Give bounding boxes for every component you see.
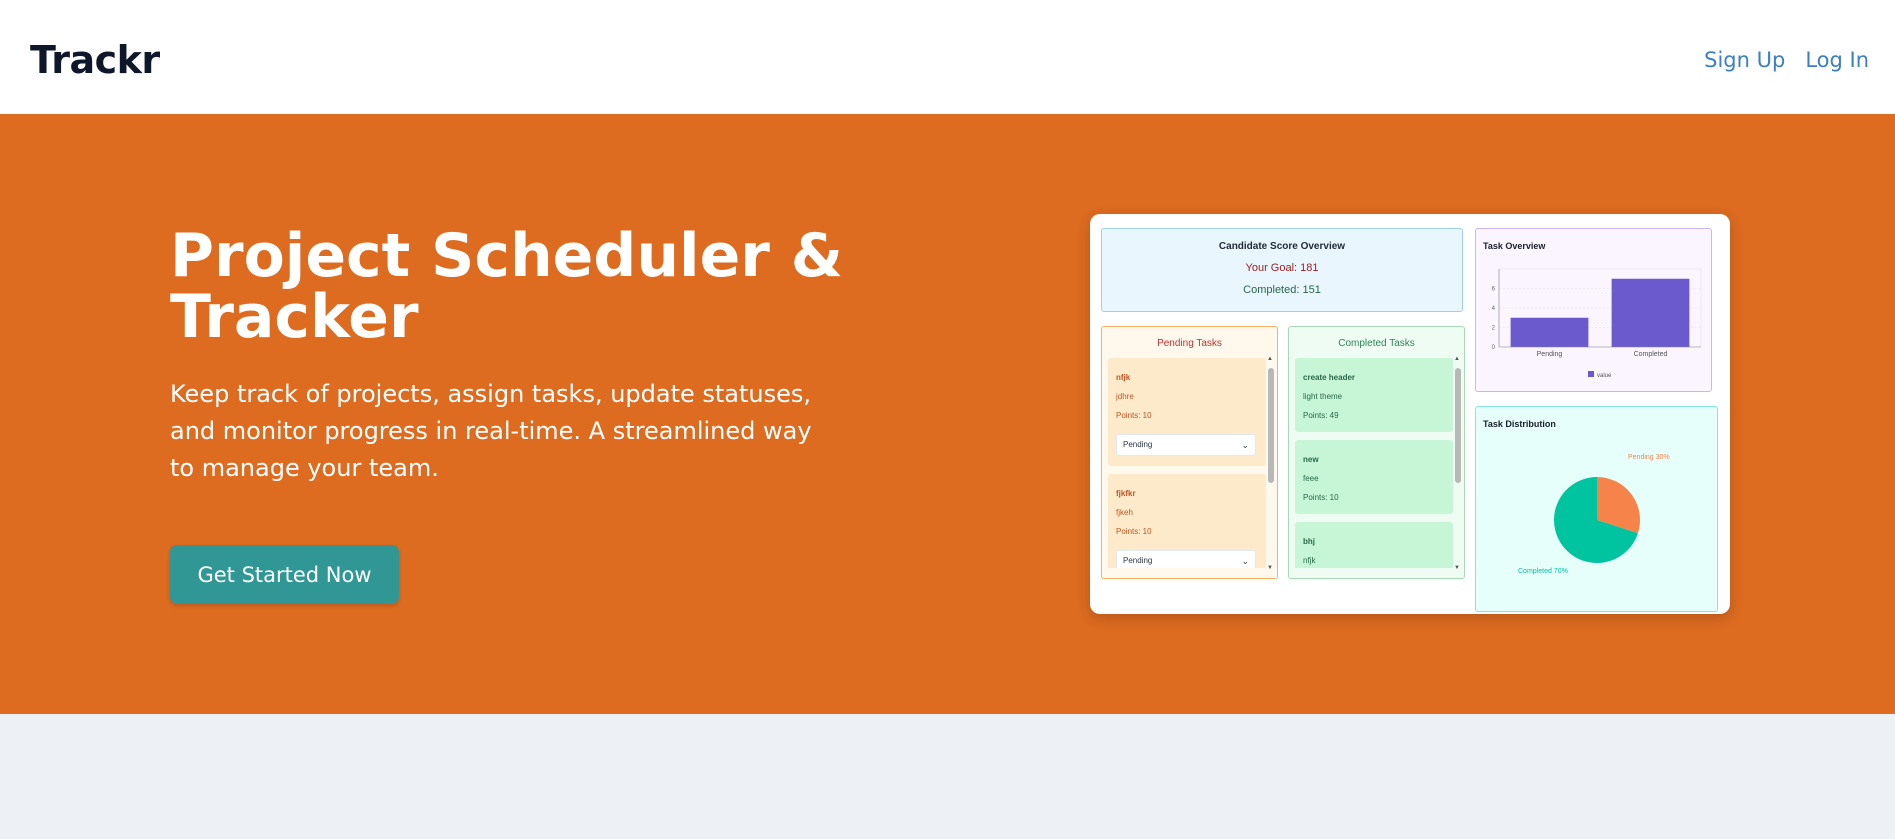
score-overview-title: Candidate Score Overview <box>1218 241 1346 252</box>
pending-task-list[interactable]: nfjk jdhre Points: 10 Pending ⌄ fjkfkr f… <box>1108 358 1268 568</box>
pending-tasks-title: Pending Tasks <box>1157 338 1222 349</box>
y-tick-label: 6 <box>1492 287 1496 293</box>
chevron-down-icon: ⌄ <box>1241 440 1249 450</box>
hero-title: Project Scheduler & Tracker <box>170 221 844 352</box>
task-overview-card: Task Overview 0 2 4 6 Pending Completed value <box>1475 228 1712 392</box>
bar <box>1611 278 1690 347</box>
signup-link[interactable]: Sign Up <box>1704 48 1785 72</box>
y-tick-label: 2 <box>1492 326 1496 332</box>
task-points: Points: 10 <box>1116 527 1152 536</box>
status-select[interactable]: Pending ⌄ <box>1116 434 1256 456</box>
task-description: light theme <box>1303 392 1343 401</box>
x-tick-label: Completed <box>1634 351 1668 358</box>
score-completed: Completed: 151 <box>1243 284 1321 296</box>
completed-tasks-card: Completed Tasks create header light them… <box>1288 326 1465 579</box>
task-card: nfjk jdhre Points: 10 Pending ⌄ <box>1108 358 1266 466</box>
task-description: jdhre <box>1116 392 1134 401</box>
task-name: nfjk <box>1116 373 1131 382</box>
completed-tasks-title: Completed Tasks <box>1338 338 1415 349</box>
task-card: fjkfkr fjkeh Points: 10 Pending ⌄ <box>1108 474 1266 568</box>
scroll-up-icon[interactable]: ▲ <box>1267 356 1273 362</box>
scroll-down-icon[interactable]: ▼ <box>1267 565 1273 571</box>
task-name: bhj <box>1303 537 1315 546</box>
task-distribution-pie-chart: Pending 30% Completed 70% <box>1518 454 1670 575</box>
login-link[interactable]: Log In <box>1805 48 1869 72</box>
task-points: Points: 10 <box>1303 493 1339 502</box>
nav-links: Sign Up Log In <box>1704 48 1869 72</box>
scroll-thumb[interactable] <box>1455 368 1461 483</box>
pie-label: Completed 70% <box>1518 568 1568 575</box>
legend-swatch <box>1588 371 1594 377</box>
scroll-thumb[interactable] <box>1268 368 1274 483</box>
chevron-down-icon: ⌄ <box>1241 556 1249 566</box>
score-goal: Your Goal: 181 <box>1245 262 1319 274</box>
task-description: fjkeh <box>1116 508 1133 517</box>
completed-task-list[interactable]: create header light theme Points: 49 new… <box>1295 358 1455 568</box>
score-overview-card: Candidate Score Overview Your Goal: 181 … <box>1101 228 1463 312</box>
task-points: Points: 10 <box>1116 411 1152 420</box>
task-points: Points: 49 <box>1303 411 1339 420</box>
pie-label: Pending 30% <box>1628 454 1670 461</box>
task-distribution-card: Task Distribution Pending 30% Completed 7… <box>1475 406 1718 612</box>
status-select[interactable]: Pending ⌄ <box>1116 550 1256 568</box>
task-card: new feee Points: 10 <box>1295 440 1453 514</box>
y-tick-label: 4 <box>1492 306 1496 312</box>
completed-scrollbar[interactable]: ▲ ▼ <box>1454 356 1461 571</box>
legend-label: value <box>1597 373 1612 379</box>
task-name: create header <box>1303 373 1356 382</box>
task-overview-bar-chart: 0 2 4 6 Pending Completed value <box>1492 268 1702 379</box>
status-value: Pending <box>1123 556 1153 565</box>
task-name: new <box>1303 455 1319 464</box>
task-description: nfjk <box>1303 556 1316 565</box>
navbar: Trackr Sign Up Log In <box>0 0 1895 114</box>
task-name: fjkfkr <box>1116 489 1136 498</box>
pending-scrollbar[interactable]: ▲ ▼ <box>1267 356 1274 571</box>
dashboard-preview: Candidate Score Overview Your Goal: 181 … <box>1090 214 1730 614</box>
bar <box>1510 317 1589 347</box>
hero-description: Keep track of projects, assign tasks, up… <box>170 380 812 482</box>
scroll-up-icon[interactable]: ▲ <box>1454 356 1460 362</box>
status-value: Pending <box>1123 440 1153 449</box>
get-started-button[interactable]: Get Started Now <box>170 545 399 604</box>
brand-logo[interactable]: Trackr <box>30 38 160 82</box>
x-tick-label: Pending <box>1537 351 1563 358</box>
hero-section: Project Scheduler & Tracker Keep track o… <box>0 114 1895 714</box>
y-tick-label: 0 <box>1492 345 1496 351</box>
task-card: create header light theme Points: 49 <box>1295 358 1453 432</box>
pending-tasks-card: Pending Tasks nfjk jdhre Points: 10 Pend… <box>1101 326 1278 579</box>
task-card: bhj nfjk <box>1295 522 1453 568</box>
scroll-down-icon[interactable]: ▼ <box>1454 565 1460 571</box>
task-description: feee <box>1303 474 1319 483</box>
